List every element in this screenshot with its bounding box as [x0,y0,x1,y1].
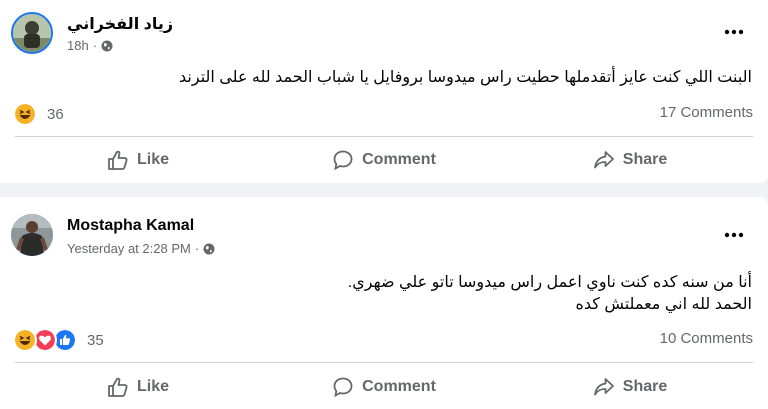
reactions-summary[interactable]: 36 [13,102,64,126]
reaction-count: 36 [47,105,64,123]
post-text-line: أنا من سنه كده كنت ناوي اعمل راس ميدوسا … [347,274,752,291]
post-text-line: البنت اللي كنت عايز أتقدملها حطيت راس مي… [179,69,752,86]
avatar[interactable] [11,214,53,256]
post-card: Mostapha Kamal Yesterday at 2:28 PM · أن… [0,197,768,409]
post-meta: Yesterday at 2:28 PM · [67,241,215,256]
post-actions: Like Comment Share [15,142,753,178]
globe-icon [203,243,215,254]
share-label: Share [622,378,668,395]
comments-count[interactable]: 17 Comments [660,104,753,121]
comment-label: Comment [362,378,436,395]
globe-icon [101,40,113,51]
avatar[interactable] [11,12,53,54]
divider [15,136,753,137]
more-options-button[interactable] [722,223,746,247]
comment-icon [333,150,353,171]
more-options-button[interactable] [722,20,746,44]
post-text: البنت اللي كنت عايز أتقدملها حطيت راس مي… [179,67,752,89]
post-author[interactable]: Mostapha Kamal [67,217,194,235]
reaction-count: 35 [87,331,104,349]
reactions-summary[interactable]: 35 [13,328,104,352]
share-icon [593,378,614,396]
post-card: زياد الفخراني 18h · البنت اللي كنت عايز … [0,0,768,183]
haha-icon [13,102,37,126]
share-icon [593,151,614,169]
share-button[interactable]: Share [507,142,753,178]
divider [15,362,753,363]
haha-icon [13,328,37,352]
like-icon [108,150,128,170]
post-time[interactable]: 18h [67,38,89,53]
like-icon [108,377,128,397]
post-actions: Like Comment Share [15,369,753,405]
post-author[interactable]: زياد الفخراني [67,14,173,34]
more-icon [724,232,744,238]
comment-label: Comment [362,151,436,168]
post-text: أنا من سنه كده كنت ناوي اعمل راس ميدوسا … [348,272,752,316]
like-button[interactable]: Like [15,369,261,405]
comment-button[interactable]: Comment [261,369,507,405]
post-time[interactable]: Yesterday at 2:28 PM [67,241,191,256]
comment-button[interactable]: Comment [261,142,507,178]
like-label: Like [136,151,169,168]
like-label: Like [136,378,169,395]
meta-separator: · [92,38,98,53]
like-button[interactable]: Like [15,142,261,178]
comments-count[interactable]: 10 Comments [660,330,753,347]
share-button[interactable]: Share [507,369,753,405]
share-label: Share [622,151,668,168]
meta-separator: · [194,241,200,256]
post-text-line: الحمد لله اني معملتش كده [575,296,752,313]
more-icon [724,29,744,35]
post-meta: 18h · [67,38,113,53]
comment-icon [333,377,353,398]
